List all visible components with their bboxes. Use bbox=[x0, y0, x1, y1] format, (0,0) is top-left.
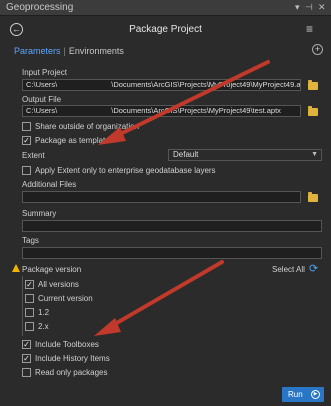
tags-field[interactable] bbox=[22, 247, 322, 259]
play-icon: ▶ bbox=[311, 390, 320, 399]
tab-separator: | bbox=[63, 46, 66, 56]
warning-icon bbox=[12, 264, 20, 272]
folder-icon[interactable] bbox=[308, 80, 318, 90]
tool-title: Package Project bbox=[129, 24, 202, 35]
checkbox-box[interactable] bbox=[22, 368, 31, 377]
summary-label: Summary bbox=[22, 209, 57, 218]
run-label: Run bbox=[288, 390, 303, 399]
output-file-suffix: \Documents\ArcGIS\Projects\MyProject49\t… bbox=[111, 106, 281, 115]
checkbox-box[interactable]: ✓ bbox=[22, 354, 31, 363]
include-toolboxes-checkbox[interactable]: ✓ Include Toolboxes bbox=[22, 340, 99, 349]
menu-icon[interactable]: ≡ bbox=[306, 22, 313, 36]
package-version-label: Package version bbox=[22, 265, 82, 274]
include-toolboxes-label: Include Toolboxes bbox=[35, 340, 99, 349]
chevron-down-icon[interactable]: ▾ bbox=[295, 2, 300, 13]
tab-environments[interactable]: Environments bbox=[69, 46, 124, 56]
additional-files-field[interactable] bbox=[22, 191, 301, 203]
checkbox-box[interactable] bbox=[22, 166, 31, 175]
refresh-icon[interactable]: ⟳ bbox=[309, 262, 318, 275]
pane-title: Geoprocessing bbox=[6, 2, 74, 13]
annotation-arrow-top bbox=[98, 60, 270, 145]
folder-icon[interactable] bbox=[308, 192, 318, 202]
select-all-link[interactable]: Select All bbox=[272, 265, 305, 274]
pane-title-bar: Geoprocessing ▾ ⊣ ✕ bbox=[0, 0, 331, 16]
pin-icon[interactable]: ⊣ bbox=[305, 2, 313, 13]
run-button[interactable]: Run ▶ bbox=[282, 387, 324, 402]
folder-icon[interactable] bbox=[308, 106, 318, 116]
extent-label: Extent bbox=[22, 151, 45, 160]
checkbox-box[interactable]: ✓ bbox=[22, 136, 31, 145]
tags-label: Tags bbox=[22, 236, 39, 245]
package-template-label: Package as template bbox=[35, 136, 110, 145]
additional-files-label: Additional Files bbox=[22, 180, 77, 189]
extent-value: Default bbox=[173, 150, 199, 159]
output-file-field[interactable]: C:\Users\ \Documents\ArcGIS\Projects\MyPr… bbox=[22, 105, 301, 117]
redacted-username bbox=[57, 107, 112, 116]
input-project-prefix: C:\Users\ bbox=[26, 80, 58, 89]
output-file-label: Output File bbox=[22, 95, 62, 104]
read-only-label: Read only packages bbox=[35, 368, 108, 377]
summary-field[interactable] bbox=[22, 220, 322, 232]
input-project-suffix: \Documents\ArcGIS\Projects\MyProject49\M… bbox=[111, 80, 301, 89]
include-history-checkbox[interactable]: ✓ Include History Items bbox=[22, 354, 110, 363]
extent-select[interactable]: Default ▼ bbox=[168, 149, 322, 161]
read-only-checkbox[interactable]: Read only packages bbox=[22, 368, 108, 377]
close-icon[interactable]: ✕ bbox=[318, 2, 326, 13]
version-list-border bbox=[22, 276, 322, 336]
tab-bar: Parameters | Environments bbox=[14, 46, 124, 56]
share-outside-label: Share outside of organization bbox=[35, 122, 140, 131]
plus-icon[interactable]: + bbox=[312, 44, 323, 55]
chevron-down-icon: ▼ bbox=[311, 151, 318, 158]
checkbox-box[interactable]: ✓ bbox=[22, 340, 31, 349]
tab-parameters[interactable]: Parameters bbox=[14, 46, 61, 56]
input-project-field[interactable]: C:\Users\ \Documents\ArcGIS\Projects\MyPr… bbox=[22, 79, 301, 91]
share-outside-checkbox[interactable]: Share outside of organization bbox=[22, 122, 139, 131]
output-file-prefix: C:\Users\ bbox=[26, 106, 58, 115]
package-template-checkbox[interactable]: ✓ Package as template bbox=[22, 136, 110, 145]
input-project-label: Input Project bbox=[22, 68, 67, 77]
checkbox-box[interactable] bbox=[22, 122, 31, 131]
redacted-username bbox=[57, 81, 112, 90]
apply-extent-label: Apply Extent only to enterprise geodatab… bbox=[35, 166, 216, 175]
apply-extent-checkbox[interactable]: Apply Extent only to enterprise geodatab… bbox=[22, 166, 216, 175]
include-history-label: Include History Items bbox=[35, 354, 110, 363]
